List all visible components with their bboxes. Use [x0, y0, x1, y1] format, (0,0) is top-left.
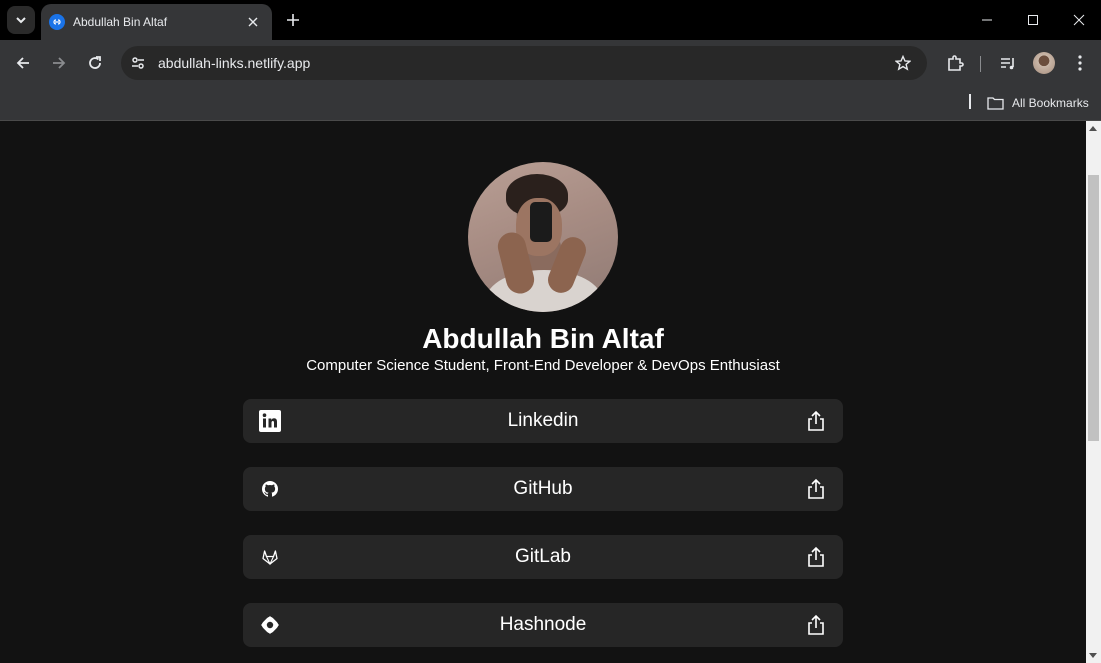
browser-toolbar: abdullah-links.netlify.app	[0, 40, 1101, 86]
link-label: Linkedin	[507, 410, 579, 431]
scroll-up-arrow-icon[interactable]	[1089, 126, 1097, 131]
profile-name: Abdullah Bin Altaf	[422, 323, 664, 354]
profile-photo	[468, 162, 618, 312]
share-icon[interactable]	[804, 477, 828, 501]
plus-icon	[287, 14, 299, 26]
address-bar[interactable]: abdullah-links.netlify.app	[121, 46, 927, 80]
minimize-button[interactable]	[964, 0, 1010, 40]
forward-button[interactable]	[45, 49, 73, 77]
share-icon[interactable]	[804, 545, 828, 569]
scroll-down-arrow-icon[interactable]	[1089, 653, 1097, 658]
bookmarks-bar: All Bookmarks	[0, 86, 1101, 121]
url-text[interactable]: abdullah-links.netlify.app	[158, 55, 889, 71]
bookmarks-divider	[969, 94, 971, 109]
github-icon	[258, 477, 282, 501]
link-card-linkedin[interactable]: Linkedin	[243, 399, 843, 443]
arrow-right-icon	[53, 57, 66, 69]
site-info-icon[interactable]	[126, 51, 150, 75]
bookmark-star-icon[interactable]	[889, 49, 917, 77]
puzzle-icon	[948, 55, 964, 71]
reload-button[interactable]	[81, 49, 109, 77]
browser-tab-active[interactable]: Abdullah Bin Altaf	[41, 4, 272, 40]
close-icon	[1073, 14, 1085, 26]
close-window-button[interactable]	[1056, 0, 1101, 40]
more-vert-icon	[1078, 55, 1082, 71]
new-tab-button[interactable]	[282, 9, 304, 31]
back-button[interactable]	[9, 49, 37, 77]
link-label: Hashnode	[499, 614, 587, 635]
all-bookmarks-button[interactable]: All Bookmarks	[987, 92, 1089, 114]
profile-avatar-button[interactable]	[1031, 49, 1057, 77]
extensions-button[interactable]	[941, 49, 969, 77]
browser-titlebar: Abdullah Bin Altaf	[0, 0, 1101, 40]
page-viewport: Abdullah Bin Altaf Computer Science Stud…	[0, 121, 1086, 663]
share-icon[interactable]	[804, 409, 828, 433]
arrow-left-icon	[16, 57, 29, 69]
close-tab-icon[interactable]	[244, 13, 262, 31]
link-card-hashnode[interactable]: Hashnode	[243, 603, 843, 647]
site-favicon-icon	[49, 14, 65, 30]
menu-button[interactable]	[1068, 49, 1092, 77]
link-card-gitlab[interactable]: GitLab	[243, 535, 843, 579]
music-queue-icon	[1001, 58, 1014, 70]
link-label: GitHub	[513, 478, 573, 499]
folder-icon	[987, 97, 1004, 110]
maximize-button[interactable]	[1010, 0, 1056, 40]
tab-title: Abdullah Bin Altaf	[73, 15, 168, 29]
link-card-github[interactable]: GitHub	[243, 467, 843, 511]
hashnode-icon	[258, 613, 282, 637]
tab-search-button[interactable]	[7, 6, 35, 34]
media-control-button[interactable]	[994, 49, 1022, 77]
minimize-icon	[982, 19, 992, 21]
toolbar-divider	[980, 56, 981, 72]
scrollbar-thumb[interactable]	[1088, 175, 1099, 441]
chevron-down-icon	[16, 17, 26, 24]
reload-icon	[89, 56, 101, 69]
link-label: GitLab	[515, 546, 571, 567]
gitlab-icon	[258, 545, 282, 569]
maximize-icon	[1028, 15, 1038, 25]
linkedin-icon	[258, 409, 282, 433]
all-bookmarks-label: All Bookmarks	[1012, 96, 1089, 110]
page-scrollbar[interactable]	[1086, 121, 1101, 663]
share-icon[interactable]	[804, 613, 828, 637]
avatar	[1033, 52, 1055, 74]
profile-tagline: Computer Science Student, Front-End Deve…	[306, 357, 780, 374]
